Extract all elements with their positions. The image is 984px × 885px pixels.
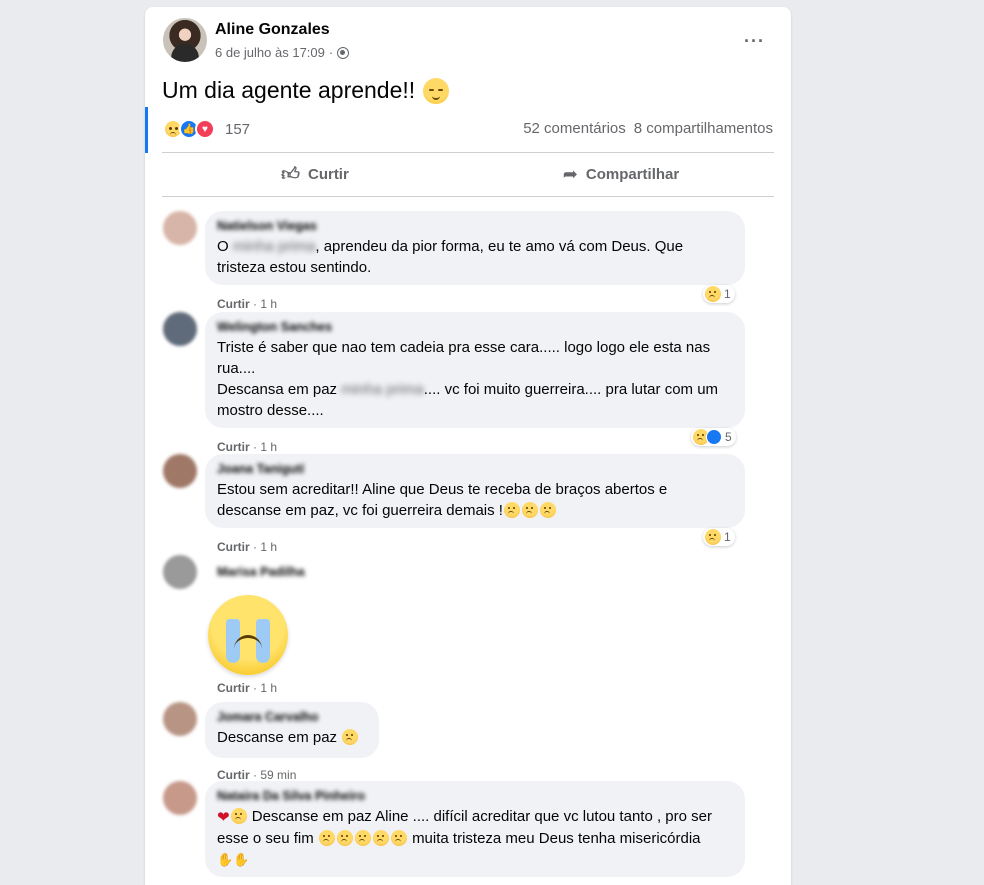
commenter-name[interactable]: Jomara Carvalho [217, 710, 367, 724]
comment-time[interactable]: · 59 min [253, 768, 296, 782]
sad-face-icon [354, 830, 371, 846]
comment-bubble: Welington Sanches Triste é saber que nao… [205, 312, 745, 428]
comment-text: ❤ Descanse em paz Aline .... difícil acr… [217, 806, 733, 870]
globe-icon [337, 46, 350, 59]
author-name[interactable]: Aline Gonzales [215, 21, 330, 39]
sad-reaction-icon [705, 529, 721, 545]
comment-bubble: Joana Tanigutí Estou sem acreditar!! Ali… [205, 454, 745, 528]
commenter-name[interactable]: Welington Sanches [217, 320, 733, 334]
sad-face-icon [521, 502, 538, 518]
blurred-name: minha prima [232, 238, 316, 255]
crying-face-icon [342, 729, 359, 745]
sad-face-icon [336, 830, 353, 846]
comment-reactions[interactable]: 5 [691, 428, 736, 446]
comment-reactions[interactable]: 1 [703, 528, 735, 546]
comment-like-link[interactable]: Curtir [217, 297, 250, 311]
like-button[interactable]: 👍︎ Curtir [162, 153, 468, 195]
share-button[interactable]: ➦ Compartilhar [468, 153, 774, 195]
comment-footer: Curtir · 59 min [217, 768, 296, 782]
more-options-icon[interactable]: ··· [744, 31, 765, 52]
comment-like-link[interactable]: Curtir [217, 540, 250, 554]
comment-footer: Curtir · 1 h [217, 297, 277, 311]
post-meta: 6 de julho às 17:09 · [215, 45, 350, 60]
commenter-name[interactable]: Natielson Viegas [217, 219, 733, 233]
comment-text: Descanse em paz [217, 727, 367, 748]
commenter-avatar[interactable] [163, 312, 197, 346]
commenter-avatar[interactable] [163, 781, 197, 815]
comment-like-link[interactable]: Curtir [217, 440, 250, 454]
sad-reaction-icon [705, 286, 721, 302]
love-reaction-icon: ♥ [195, 119, 215, 139]
relieved-face-icon [423, 77, 450, 104]
sad-face-icon [372, 830, 389, 846]
author-avatar[interactable] [163, 18, 207, 62]
crying-face-icon [230, 808, 247, 824]
comment-time[interactable]: · 1 h [253, 540, 277, 554]
post-actions: 👍︎ Curtir ➦ Compartilhar [162, 153, 774, 195]
divider [162, 196, 774, 197]
commenter-avatar[interactable] [163, 454, 197, 488]
comment-bubble: Nataira Da Silva Pinheiro ❤ Descanse em … [205, 781, 745, 877]
crying-face-sticker [208, 595, 288, 675]
shares-count[interactable]: 8 compartilhamentos [634, 120, 773, 137]
reaction-count: 157 [225, 120, 251, 138]
comment-like-link[interactable]: Curtir [217, 768, 250, 782]
sad-face-icon [503, 502, 520, 518]
reactions-summary[interactable]: 👍 ♥ 157 [163, 119, 250, 139]
thumbs-up-icon: 👍︎ [281, 164, 300, 184]
post-card: Aline Gonzales 6 de julho às 17:09 · ···… [145, 7, 791, 885]
comment-text: O minha prima, aprendeu da pior forma, e… [217, 238, 684, 276]
share-button-label: Compartilhar [585, 165, 680, 183]
blurred-name: minha prima [341, 381, 424, 398]
broken-heart-icon: ❤ [217, 809, 230, 826]
commenter-name[interactable]: Marisa Padilha [217, 565, 305, 579]
like-button-label: Curtir [307, 165, 349, 183]
meta-separator: · [328, 45, 334, 60]
comment-bubble: Jomara Carvalho Descanse em paz [205, 702, 379, 758]
post-date[interactable]: 6 de julho às 17:09 [215, 45, 325, 60]
comment-reaction-count: 5 [725, 430, 732, 444]
comment-reaction-count: 1 [724, 530, 731, 544]
commenter-name[interactable]: Joana Tanigutí [217, 462, 733, 476]
comment-like-link[interactable]: Curtir [217, 681, 250, 695]
commenter-name[interactable]: Nataira Da Silva Pinheiro [217, 789, 733, 803]
sad-face-icon [539, 502, 556, 518]
comment-bubble: Natielson Viegas O minha prima, aprendeu… [205, 211, 745, 285]
sad-face-icon [318, 830, 335, 846]
comment-text-line2: Descansa em paz minha prima.... vc foi m… [217, 381, 719, 419]
like-reaction-icon [706, 429, 722, 445]
praying-hands-icon: ✋✋ [217, 852, 250, 867]
post-text-content: Um dia agente aprende!! [162, 77, 416, 103]
comments-count[interactable]: 52 comentários [523, 120, 626, 137]
commenter-avatar[interactable] [163, 211, 197, 245]
comment-reaction-count: 1 [724, 287, 731, 301]
sad-face-icon [390, 830, 407, 846]
post-stats: 52 comentários 8 compartilhamentos [523, 120, 773, 137]
share-arrow-icon: ➦ [562, 163, 578, 184]
comment-time[interactable]: · 1 h [253, 297, 277, 311]
comment-text: Estou sem acreditar!! Aline que Deus te … [217, 481, 668, 519]
comment-time[interactable]: · 1 h [253, 681, 277, 695]
comment-footer: Curtir · 1 h [217, 440, 277, 454]
commenter-avatar[interactable] [163, 555, 197, 589]
comment-reactions[interactable]: 1 [703, 285, 735, 303]
comment-text-line1: Triste é saber que nao tem cadeia pra es… [217, 339, 711, 377]
comment-time[interactable]: · 1 h [253, 440, 277, 454]
post-text: Um dia agente aprende!! [162, 77, 450, 104]
comment-footer: Curtir · 1 h [217, 681, 277, 695]
comment-footer: Curtir · 1 h [217, 540, 277, 554]
commenter-avatar[interactable] [163, 702, 197, 736]
